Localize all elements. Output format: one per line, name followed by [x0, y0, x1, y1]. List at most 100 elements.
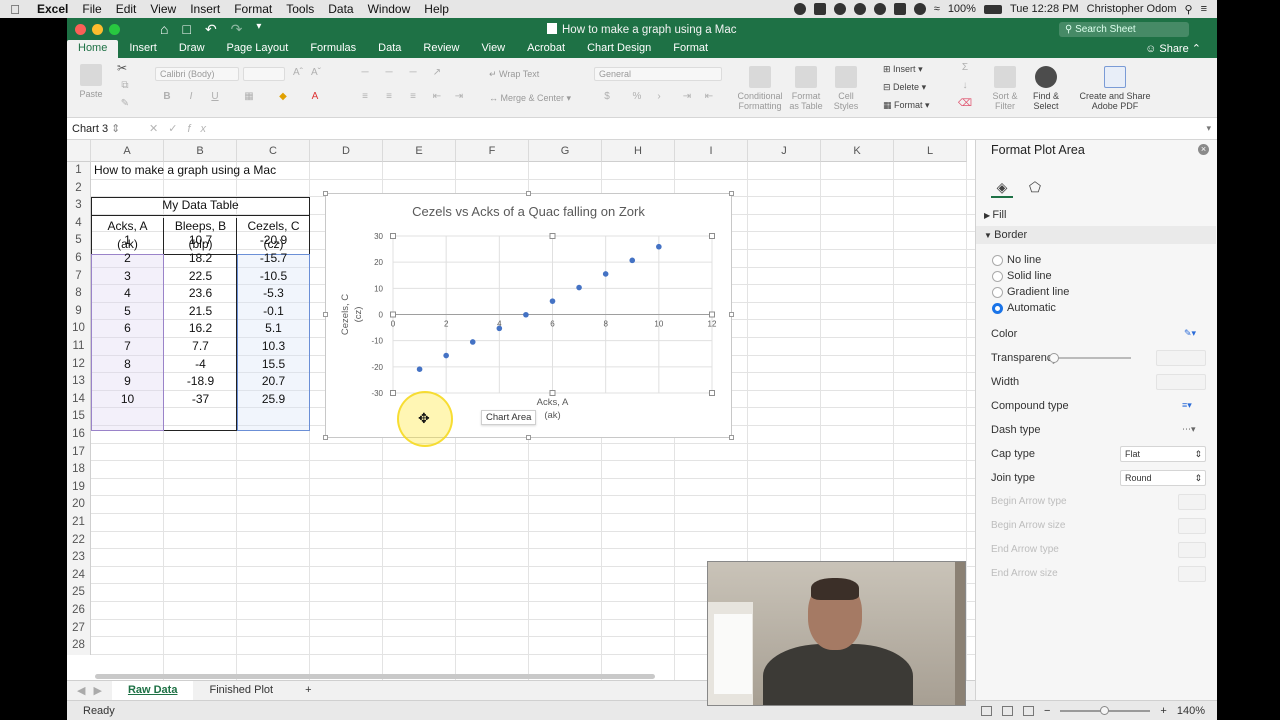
undo-icon[interactable]: ↶: [205, 21, 217, 38]
fill-icon[interactable]: ↓: [957, 80, 973, 93]
data-point[interactable]: [602, 271, 609, 277]
table-title[interactable]: My Data Table: [91, 197, 310, 216]
cell-b12[interactable]: -4: [164, 356, 237, 374]
delete-cells-button[interactable]: ⊟ Delete ▾: [883, 82, 926, 92]
row-header-19[interactable]: 19: [67, 478, 91, 497]
column-header-l[interactable]: L: [894, 140, 967, 162]
row-header-7[interactable]: 7: [67, 267, 91, 286]
data-point[interactable]: [656, 243, 662, 250]
increase-font-icon[interactable]: Aˆ: [290, 67, 306, 80]
chart-area[interactable]: Cezels vs Acks of a Quac falling on Zork…: [323, 191, 734, 440]
conditional-formatting-button[interactable]: Conditional Formatting: [735, 66, 785, 111]
format-cells-button[interactable]: ▦ Format ▾: [883, 100, 930, 110]
page-layout-view-icon[interactable]: [1001, 705, 1013, 716]
menu-app-name[interactable]: Excel: [30, 2, 75, 16]
zoom-level[interactable]: 140%: [1177, 705, 1205, 717]
cell-a11[interactable]: 7: [91, 338, 164, 356]
horizontal-scrollbar[interactable]: [95, 674, 655, 679]
column-header-a[interactable]: A: [91, 140, 164, 162]
width-input[interactable]: [1156, 374, 1206, 390]
data-point[interactable]: [523, 311, 529, 318]
cell-a5[interactable]: 1: [91, 232, 164, 250]
currency-icon[interactable]: $: [599, 91, 615, 104]
insert-cells-button[interactable]: ⊞ Insert ▾: [883, 64, 923, 74]
spotlight-icon[interactable]: ⚲: [1185, 3, 1193, 16]
font-color-icon[interactable]: A: [307, 91, 323, 104]
font-name-select[interactable]: Calibri (Body): [155, 67, 239, 81]
data-point[interactable]: [469, 339, 476, 345]
resize-handle-r[interactable]: [729, 312, 734, 317]
close-pane-icon[interactable]: ×: [1198, 144, 1209, 155]
next-sheet-icon[interactable]: ▶: [91, 684, 111, 697]
transparency-input[interactable]: [1156, 350, 1206, 366]
format-as-table-button[interactable]: Format as Table: [787, 66, 825, 111]
zoom-out-button[interactable]: −: [1044, 705, 1050, 717]
comma-icon[interactable]: ›: [651, 91, 667, 104]
cell-c9[interactable]: -0.1: [237, 303, 310, 321]
row-header-20[interactable]: 20: [67, 496, 91, 514]
cell-c8[interactable]: -5.3: [237, 285, 310, 303]
column-header-i[interactable]: I: [675, 140, 748, 162]
cell-styles-button[interactable]: Cell Styles: [829, 66, 863, 111]
resize-handle-b[interactable]: [526, 435, 531, 440]
chart-plot-svg[interactable]: 3020100-10-20-300 2 4 6 8 10 12Acks, A(ak)Ceze…: [326, 194, 733, 439]
radio-gradient-line[interactable]: Gradient line: [992, 286, 1069, 298]
menu-file[interactable]: File: [75, 2, 108, 16]
cell-b6[interactable]: 18.2: [164, 250, 237, 268]
y-axis-title[interactable]: (cz): [353, 307, 364, 323]
column-header-e[interactable]: E: [383, 140, 456, 162]
autosum-icon[interactable]: Σ: [957, 62, 973, 75]
radio-automatic[interactable]: Automatic: [992, 302, 1056, 314]
data-point[interactable]: [576, 284, 582, 291]
row-header-15[interactable]: 15: [67, 408, 91, 426]
name-box-stepper-icon[interactable]: ⇕: [111, 123, 120, 135]
row-header-28[interactable]: 28: [67, 637, 91, 655]
wrap-text-button[interactable]: ↵ Wrap Text: [489, 69, 539, 80]
clock[interactable]: Tue 12:28 PM: [1010, 3, 1079, 15]
data-point[interactable]: [496, 325, 503, 332]
record-icon[interactable]: [793, 3, 806, 15]
app-n-icon[interactable]: [893, 3, 906, 15]
home-icon[interactable]: ⌂: [160, 21, 168, 38]
x-axis-title[interactable]: Acks, A: [537, 397, 569, 408]
resize-handle-br[interactable]: [729, 435, 734, 440]
column-header-c[interactable]: C: [237, 140, 310, 162]
radio-solid-line[interactable]: Solid line: [992, 270, 1052, 282]
cell-a12[interactable]: 8: [91, 356, 164, 374]
color-picker-icon[interactable]: ✎▾: [1180, 326, 1206, 342]
zoom-in-button[interactable]: +: [1160, 705, 1166, 717]
expand-formula-icon[interactable]: ▾: [1206, 123, 1217, 134]
borders-icon[interactable]: ▦: [241, 91, 257, 104]
data-point[interactable]: [443, 352, 449, 359]
plot-area-handle[interactable]: [390, 390, 396, 396]
cell-c13[interactable]: 20.7: [237, 373, 310, 391]
row-header-17[interactable]: 17: [67, 443, 91, 462]
row-header-16[interactable]: 16: [67, 426, 91, 444]
tab-formulas[interactable]: Formulas: [299, 40, 367, 58]
data-point[interactable]: [549, 298, 556, 304]
paste-button[interactable]: Paste: [77, 64, 105, 99]
row-header-5[interactable]: 5: [67, 232, 91, 250]
radio-no-line[interactable]: No line: [992, 254, 1041, 266]
row-header-24[interactable]: 24: [67, 566, 91, 585]
cell-c14[interactable]: 25.9: [237, 391, 310, 409]
wifi-icon[interactable]: ≈: [934, 3, 940, 15]
cell-c5[interactable]: -20.9: [237, 232, 310, 250]
tab-insert[interactable]: Insert: [118, 40, 168, 58]
cell-a14[interactable]: 10: [91, 391, 164, 409]
align-bottom-icon[interactable]: ─: [405, 67, 421, 80]
cell-b7[interactable]: 22.5: [164, 268, 237, 286]
plot-area-handle[interactable]: [709, 233, 715, 239]
cell-b14[interactable]: -37: [164, 391, 237, 409]
align-center-icon[interactable]: ≡: [381, 91, 397, 104]
italic-icon[interactable]: I: [183, 91, 199, 104]
cell-c6[interactable]: -15.7: [237, 250, 310, 268]
resize-handle-l[interactable]: [323, 312, 328, 317]
row-header-9[interactable]: 9: [67, 302, 91, 321]
plot-area-handle[interactable]: [709, 311, 715, 318]
screen-icon[interactable]: [813, 3, 826, 15]
cloud-alt-icon[interactable]: [873, 3, 886, 15]
increase-decimal-icon[interactable]: ⇥: [679, 91, 695, 104]
copy-icon[interactable]: ⧉: [117, 80, 133, 93]
indent-decrease-icon[interactable]: ⇤: [429, 91, 445, 104]
